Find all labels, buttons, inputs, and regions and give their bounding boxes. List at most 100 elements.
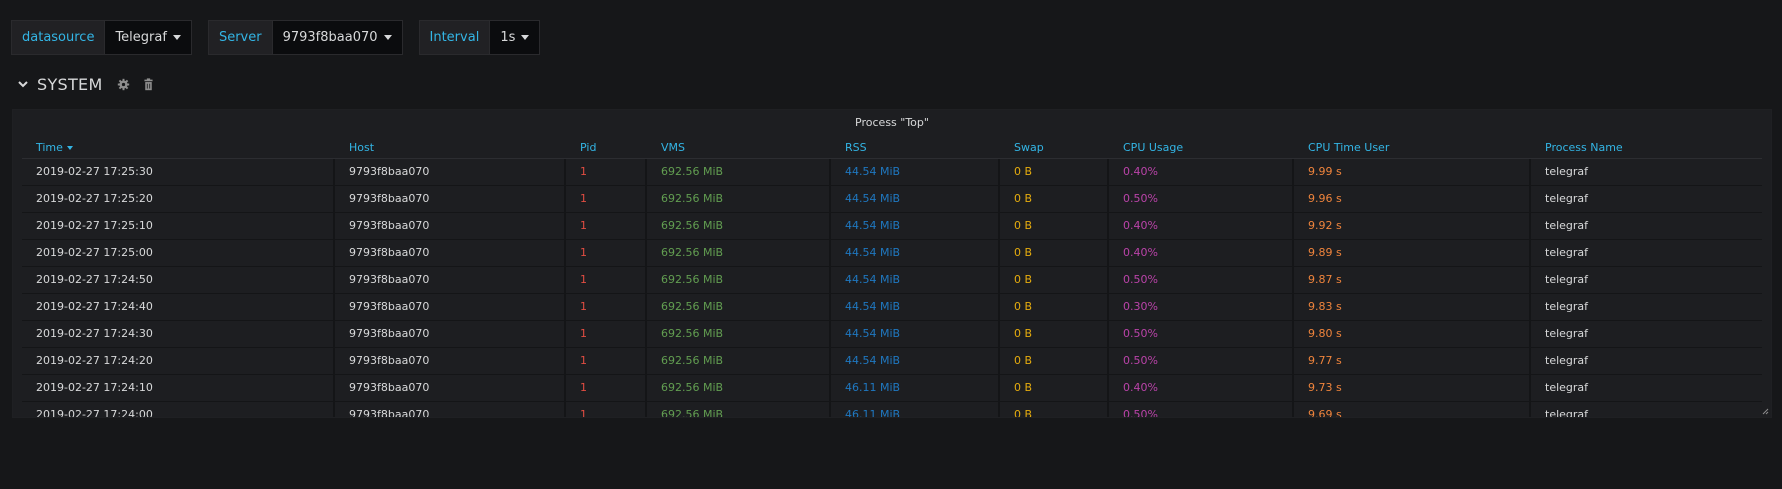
table-row: 2019-02-27 17:24:00 9793f8baa070 1 692.56 M… (22, 402, 1762, 418)
cell-pid: 1 (566, 348, 647, 374)
table-row: 2019-02-27 17:25:30 9793f8baa070 1 692.56 M… (22, 159, 1762, 186)
cell-cpu-time-user: 9.77 s (1294, 348, 1531, 374)
cell-process-name: telegraf (1545, 327, 1589, 340)
cell-process-name: telegraf (1545, 165, 1589, 178)
cell-process-name: telegraf (1545, 408, 1589, 418)
cell-host: 9793f8baa070 (335, 375, 566, 401)
cell-vms: 692.56 MiB (647, 213, 831, 239)
gear-icon[interactable] (117, 78, 130, 91)
cell-rss: 44.54 MiB (831, 159, 1000, 185)
cell-swap: 0 B (1000, 348, 1109, 374)
dashboard-row-header: SYSTEM (17, 72, 167, 96)
cell-pid: 1 (566, 294, 647, 320)
cell-cpu-usage: 0.40% (1109, 159, 1294, 185)
cell-cpu-time-user: 9.96 s (1294, 186, 1531, 212)
cell-cpu-usage: 0.50% (1109, 402, 1294, 417)
cell-vms: 692.56 MiB (647, 240, 831, 266)
cell-swap: 0 B (1000, 240, 1109, 266)
cell-swap: 0 B (1000, 159, 1109, 185)
variable-interval-dropdown[interactable]: 1s (489, 20, 541, 55)
column-header-swap[interactable]: Swap (1000, 138, 1109, 158)
cell-cpu-usage: 0.30% (1109, 294, 1294, 320)
cell-time: 2019-02-27 17:24:20 (22, 348, 335, 374)
cell-host: 9793f8baa070 (335, 348, 566, 374)
cell-process-name: telegraf (1545, 354, 1589, 367)
trash-icon[interactable] (142, 77, 155, 91)
template-variables-bar: datasource Telegraf Server 9793f8baa070 … (11, 20, 556, 55)
cell-vms: 692.56 MiB (647, 267, 831, 293)
column-header-rss[interactable]: RSS (831, 138, 1000, 158)
cell-vms: 692.56 MiB (647, 402, 831, 417)
cell-cpu-time-user: 9.73 s (1294, 375, 1531, 401)
cell-cpu-time-user: 9.83 s (1294, 294, 1531, 320)
cell-vms: 692.56 MiB (647, 186, 831, 212)
cell-cpu-usage: 0.40% (1109, 240, 1294, 266)
cell-process-name: telegraf (1545, 381, 1589, 394)
cell-swap: 0 B (1000, 213, 1109, 239)
cell-host: 9793f8baa070 (335, 294, 566, 320)
cell-time: 2019-02-27 17:24:10 (22, 375, 335, 401)
variable-server-dropdown[interactable]: 9793f8baa070 (271, 20, 403, 55)
cell-cpu-time-user: 9.87 s (1294, 267, 1531, 293)
table-row: 2019-02-27 17:25:00 9793f8baa070 1 692.56 M… (22, 240, 1762, 267)
column-header-label: Time (36, 141, 63, 154)
table-header-row: Time Host Pid VMS RSS Swap CPU Usage CPU Time U… (22, 138, 1762, 159)
cell-cpu-usage: 0.40% (1109, 375, 1294, 401)
variable-server: Server 9793f8baa070 (207, 20, 403, 55)
cell-cpu-time-user: 9.92 s (1294, 213, 1531, 239)
cell-time: 2019-02-27 17:25:30 (22, 159, 335, 185)
variable-datasource-dropdown[interactable]: Telegraf (104, 20, 192, 55)
table-row: 2019-02-27 17:25:10 9793f8baa070 1 692.56 M… (22, 213, 1762, 240)
variable-interval-value: 1s (500, 30, 516, 45)
column-header-label: Process Name (1545, 141, 1623, 154)
cell-pid: 1 (566, 213, 647, 239)
cell-time: 2019-02-27 17:25:00 (22, 240, 335, 266)
table-row: 2019-02-27 17:25:20 9793f8baa070 1 692.56 M… (22, 186, 1762, 213)
process-top-panel: Process "Top" Time Host Pid VMS RSS Swap CPU U… (12, 109, 1772, 418)
cell-host: 9793f8baa070 (335, 267, 566, 293)
cell-pid: 1 (566, 267, 647, 293)
cell-time: 2019-02-27 17:24:30 (22, 321, 335, 347)
column-header-cpu-usage[interactable]: CPU Usage (1109, 138, 1294, 158)
cell-time: 2019-02-27 17:24:50 (22, 267, 335, 293)
cell-rss: 44.54 MiB (831, 213, 1000, 239)
cell-swap: 0 B (1000, 321, 1109, 347)
chevron-down-icon[interactable] (17, 78, 29, 90)
panel-title[interactable]: Process "Top" (13, 110, 1771, 133)
column-header-vms[interactable]: VMS (647, 138, 831, 158)
column-header-label: VMS (661, 141, 685, 154)
table-row: 2019-02-27 17:24:50 9793f8baa070 1 692.56 M… (22, 267, 1762, 294)
caret-down-icon (172, 35, 181, 40)
cell-host: 9793f8baa070 (335, 186, 566, 212)
cell-process-name: telegraf (1545, 219, 1589, 232)
cell-vms: 692.56 MiB (647, 159, 831, 185)
caret-down-icon (521, 35, 530, 40)
cell-process-name: telegraf (1545, 192, 1589, 205)
column-header-time[interactable]: Time (22, 138, 335, 158)
resize-handle-icon[interactable] (1762, 408, 1769, 415)
cell-rss: 44.54 MiB (831, 240, 1000, 266)
cell-cpu-usage: 0.50% (1109, 186, 1294, 212)
column-header-cpu-time-user[interactable]: CPU Time User (1294, 138, 1531, 158)
cell-time: 2019-02-27 17:24:40 (22, 294, 335, 320)
cell-cpu-usage: 0.40% (1109, 213, 1294, 239)
cell-swap: 0 B (1000, 267, 1109, 293)
table-row: 2019-02-27 17:24:30 9793f8baa070 1 692.56 M… (22, 321, 1762, 348)
variable-datasource: datasource Telegraf (11, 20, 192, 55)
cell-swap: 0 B (1000, 402, 1109, 417)
column-header-host[interactable]: Host (335, 138, 566, 158)
column-header-label: Swap (1014, 141, 1044, 154)
column-header-pid[interactable]: Pid (566, 138, 647, 158)
variable-datasource-value: Telegraf (115, 30, 167, 45)
cell-host: 9793f8baa070 (335, 213, 566, 239)
cell-vms: 692.56 MiB (647, 348, 831, 374)
cell-vms: 692.56 MiB (647, 321, 831, 347)
column-header-process-name[interactable]: Process Name (1531, 138, 1762, 158)
cell-rss: 46.11 MiB (831, 375, 1000, 401)
cell-process-name: telegraf (1545, 246, 1589, 259)
cell-cpu-time-user: 9.80 s (1294, 321, 1531, 347)
cell-host: 9793f8baa070 (335, 321, 566, 347)
variable-datasource-label: datasource (11, 20, 105, 55)
row-title[interactable]: SYSTEM (37, 75, 103, 94)
cell-time: 2019-02-27 17:25:10 (22, 213, 335, 239)
